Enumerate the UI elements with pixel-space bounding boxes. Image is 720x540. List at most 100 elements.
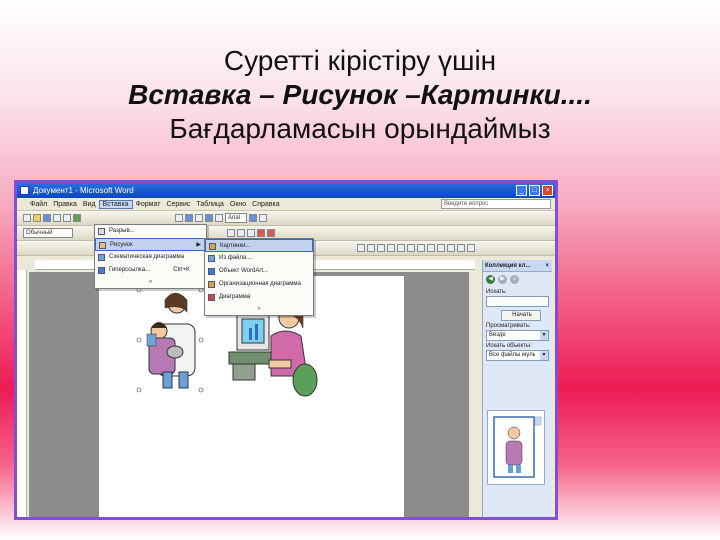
- menu-bar: Файл Правка Вид Вставка Формат Сервис Та…: [17, 198, 555, 211]
- spelling-icon[interactable]: [73, 214, 81, 222]
- search-input[interactable]: [486, 296, 549, 307]
- menu-item-label: Картинки...: [220, 243, 251, 249]
- menu-tools[interactable]: Сервис: [163, 201, 193, 208]
- slide-title-line-3: Бағдарламасын орындаймыз: [169, 113, 551, 144]
- font-color-icon[interactable]: [267, 229, 275, 237]
- brightness-icon[interactable]: [387, 244, 395, 252]
- menu-window[interactable]: Окно: [227, 201, 249, 208]
- menu-format[interactable]: Формат: [133, 201, 164, 208]
- line-style-icon[interactable]: [417, 244, 425, 252]
- align-center-icon[interactable]: [237, 229, 245, 237]
- types-select[interactable]: Все файлы мультимедиа ▼: [486, 350, 549, 361]
- columns-icon[interactable]: [185, 214, 193, 222]
- help-search-input[interactable]: Введите вопрос: [441, 199, 551, 209]
- insert-menu-item-break[interactable]: Разрыв...: [95, 225, 206, 238]
- style-combo[interactable]: Обычный: [23, 228, 73, 238]
- mother-child-clipart: [146, 292, 196, 389]
- color-icon[interactable]: [367, 244, 375, 252]
- expand-submenu-chevron-icon[interactable]: »: [205, 304, 313, 315]
- wordart-icon: [208, 268, 215, 275]
- minimize-button[interactable]: _: [516, 185, 527, 196]
- orgchart-icon: [208, 281, 215, 288]
- slide-title-line-1: Суретті кірістіру үшін: [223, 45, 497, 76]
- format-picture-icon[interactable]: [447, 244, 455, 252]
- menu-edit[interactable]: Правка: [50, 201, 80, 208]
- menu-table[interactable]: Таблица: [193, 201, 226, 208]
- crop-icon[interactable]: [397, 244, 405, 252]
- vertical-ruler: [17, 270, 27, 517]
- computer-user-clipart: [228, 304, 318, 397]
- word-window: Документ1 - Microsoft Word _ □ × Файл Пр…: [17, 183, 555, 517]
- word-app-icon: [20, 186, 29, 195]
- print-icon[interactable]: [53, 214, 61, 222]
- search-label: Искать:: [486, 289, 507, 295]
- expand-menu-chevron-icon[interactable]: »: [95, 277, 206, 288]
- contrast-icon[interactable]: [377, 244, 385, 252]
- menu-item-label: Разрыв...: [109, 228, 135, 234]
- insert-menu-item-diagram[interactable]: Схематическая диаграмма: [95, 251, 206, 264]
- insert-menu-item-picture[interactable]: Рисунок ▶: [95, 238, 206, 251]
- back-icon[interactable]: ◀: [486, 275, 495, 284]
- submenu-item-chart[interactable]: Диаграмма: [205, 291, 313, 304]
- clipart-thumbnail[interactable]: [487, 410, 545, 485]
- submenu-item-orgchart[interactable]: Организационная диаграмма: [205, 278, 313, 291]
- menu-view[interactable]: Вид: [80, 201, 99, 208]
- chevron-down-icon: ▼: [540, 331, 548, 340]
- submenu-item-wordart[interactable]: Объект WordArt...: [205, 265, 313, 278]
- menu-help[interactable]: Справка: [249, 201, 282, 208]
- open-icon[interactable]: [33, 214, 41, 222]
- search-go-button[interactable]: Начать: [501, 310, 541, 321]
- submenu-item-from-file[interactable]: Из файла...: [205, 252, 313, 265]
- align-right-icon[interactable]: [247, 229, 255, 237]
- window-title: Документ1 - Microsoft Word: [33, 186, 134, 195]
- drawing-icon[interactable]: [195, 214, 203, 222]
- word-screenshot: Документ1 - Microsoft Word _ □ × Файл Пр…: [14, 180, 558, 520]
- clipart-task-pane: Коллекция кл... × ◀ ▶ ⌂ Искать: Начать П…: [482, 260, 552, 517]
- set-transparent-icon[interactable]: [457, 244, 465, 252]
- chart-icon: [208, 294, 215, 301]
- rotate-icon[interactable]: [407, 244, 415, 252]
- forward-icon[interactable]: ▶: [498, 275, 507, 284]
- menu-item-label: Из файла...: [219, 255, 252, 261]
- highlight-icon[interactable]: [257, 229, 265, 237]
- align-left-icon[interactable]: [227, 229, 235, 237]
- insert-menu: Разрыв... Рисунок ▶ Схематическая диагра…: [94, 224, 207, 289]
- reset-picture-icon[interactable]: [467, 244, 475, 252]
- insert-menu-item-hyperlink[interactable]: Гиперссылка... Ctrl+K: [95, 264, 206, 277]
- preview-icon[interactable]: [63, 214, 71, 222]
- clipart-icon: [209, 243, 216, 250]
- types-value: Все файлы мультимедиа: [489, 352, 535, 358]
- hyperlink-icon: [98, 267, 105, 274]
- read-icon[interactable]: [259, 214, 267, 222]
- slide-title: Суретті кірістіру үшін Вставка – Рисунок…: [0, 44, 720, 146]
- home-icon[interactable]: ⌂: [510, 275, 519, 284]
- picture-icon: [99, 242, 106, 249]
- table-icon[interactable]: [175, 214, 183, 222]
- search-in-select[interactable]: Везде ▼: [486, 330, 549, 341]
- menu-item-label: Гиперссылка...: [109, 267, 151, 273]
- menu-item-shortcut: Ctrl+K: [173, 267, 190, 273]
- insert-picture-icon[interactable]: [357, 244, 365, 252]
- help-icon[interactable]: [249, 214, 257, 222]
- zoom-combo[interactable]: Arial: [225, 213, 247, 223]
- window-buttons: _ □ ×: [516, 185, 553, 196]
- submenu-item-clipart[interactable]: Картинки...: [205, 239, 313, 252]
- menu-item-label: Объект WordArt...: [219, 268, 268, 274]
- thumbnail-image: [493, 416, 542, 478]
- task-pane-nav: ◀ ▶ ⌂: [483, 272, 552, 287]
- task-pane-close-icon[interactable]: ×: [545, 260, 549, 272]
- paragraph-marks-icon[interactable]: [215, 214, 223, 222]
- menu-insert[interactable]: Вставка: [98, 199, 133, 209]
- text-wrap-icon[interactable]: [437, 244, 445, 252]
- menu-file[interactable]: Файл: [27, 201, 50, 208]
- compress-icon[interactable]: [427, 244, 435, 252]
- document-map-icon[interactable]: [205, 214, 213, 222]
- close-button[interactable]: ×: [542, 185, 553, 196]
- picture-submenu: Картинки... Из файла... Объект WordArt..…: [204, 238, 314, 316]
- maximize-button[interactable]: □: [529, 185, 540, 196]
- save-icon[interactable]: [43, 214, 51, 222]
- diagram-icon: [98, 254, 105, 261]
- task-pane-header: Коллекция кл... ×: [483, 260, 552, 272]
- new-document-icon[interactable]: [23, 214, 31, 222]
- window-titlebar: Документ1 - Microsoft Word _ □ ×: [17, 183, 555, 198]
